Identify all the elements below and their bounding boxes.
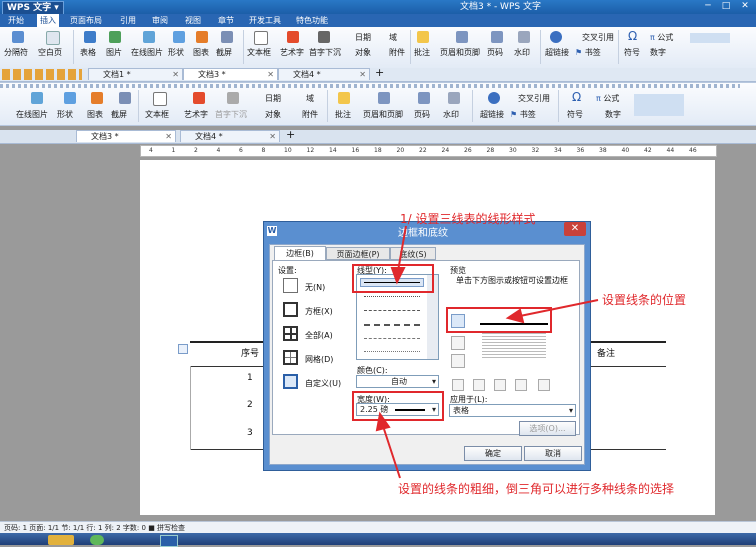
folder-icon[interactable] xyxy=(48,535,74,545)
arrow-linestyle xyxy=(397,225,407,272)
os-taskbar xyxy=(0,533,756,545)
browser-icon[interactable] xyxy=(90,535,104,545)
status-text: 页码: 1 页面: 1/1 节: 1/1 行: 1 列: 2 字数: 0 ■ 拼… xyxy=(4,524,186,532)
arrow-width xyxy=(382,425,401,479)
wps-taskbar-icon[interactable] xyxy=(160,535,178,547)
arrowhead-linestyle xyxy=(390,267,406,285)
arrow-position xyxy=(519,299,599,317)
annotation-arrows xyxy=(375,225,599,479)
arrowhead-position xyxy=(505,308,525,324)
arrowhead-width xyxy=(375,411,391,432)
